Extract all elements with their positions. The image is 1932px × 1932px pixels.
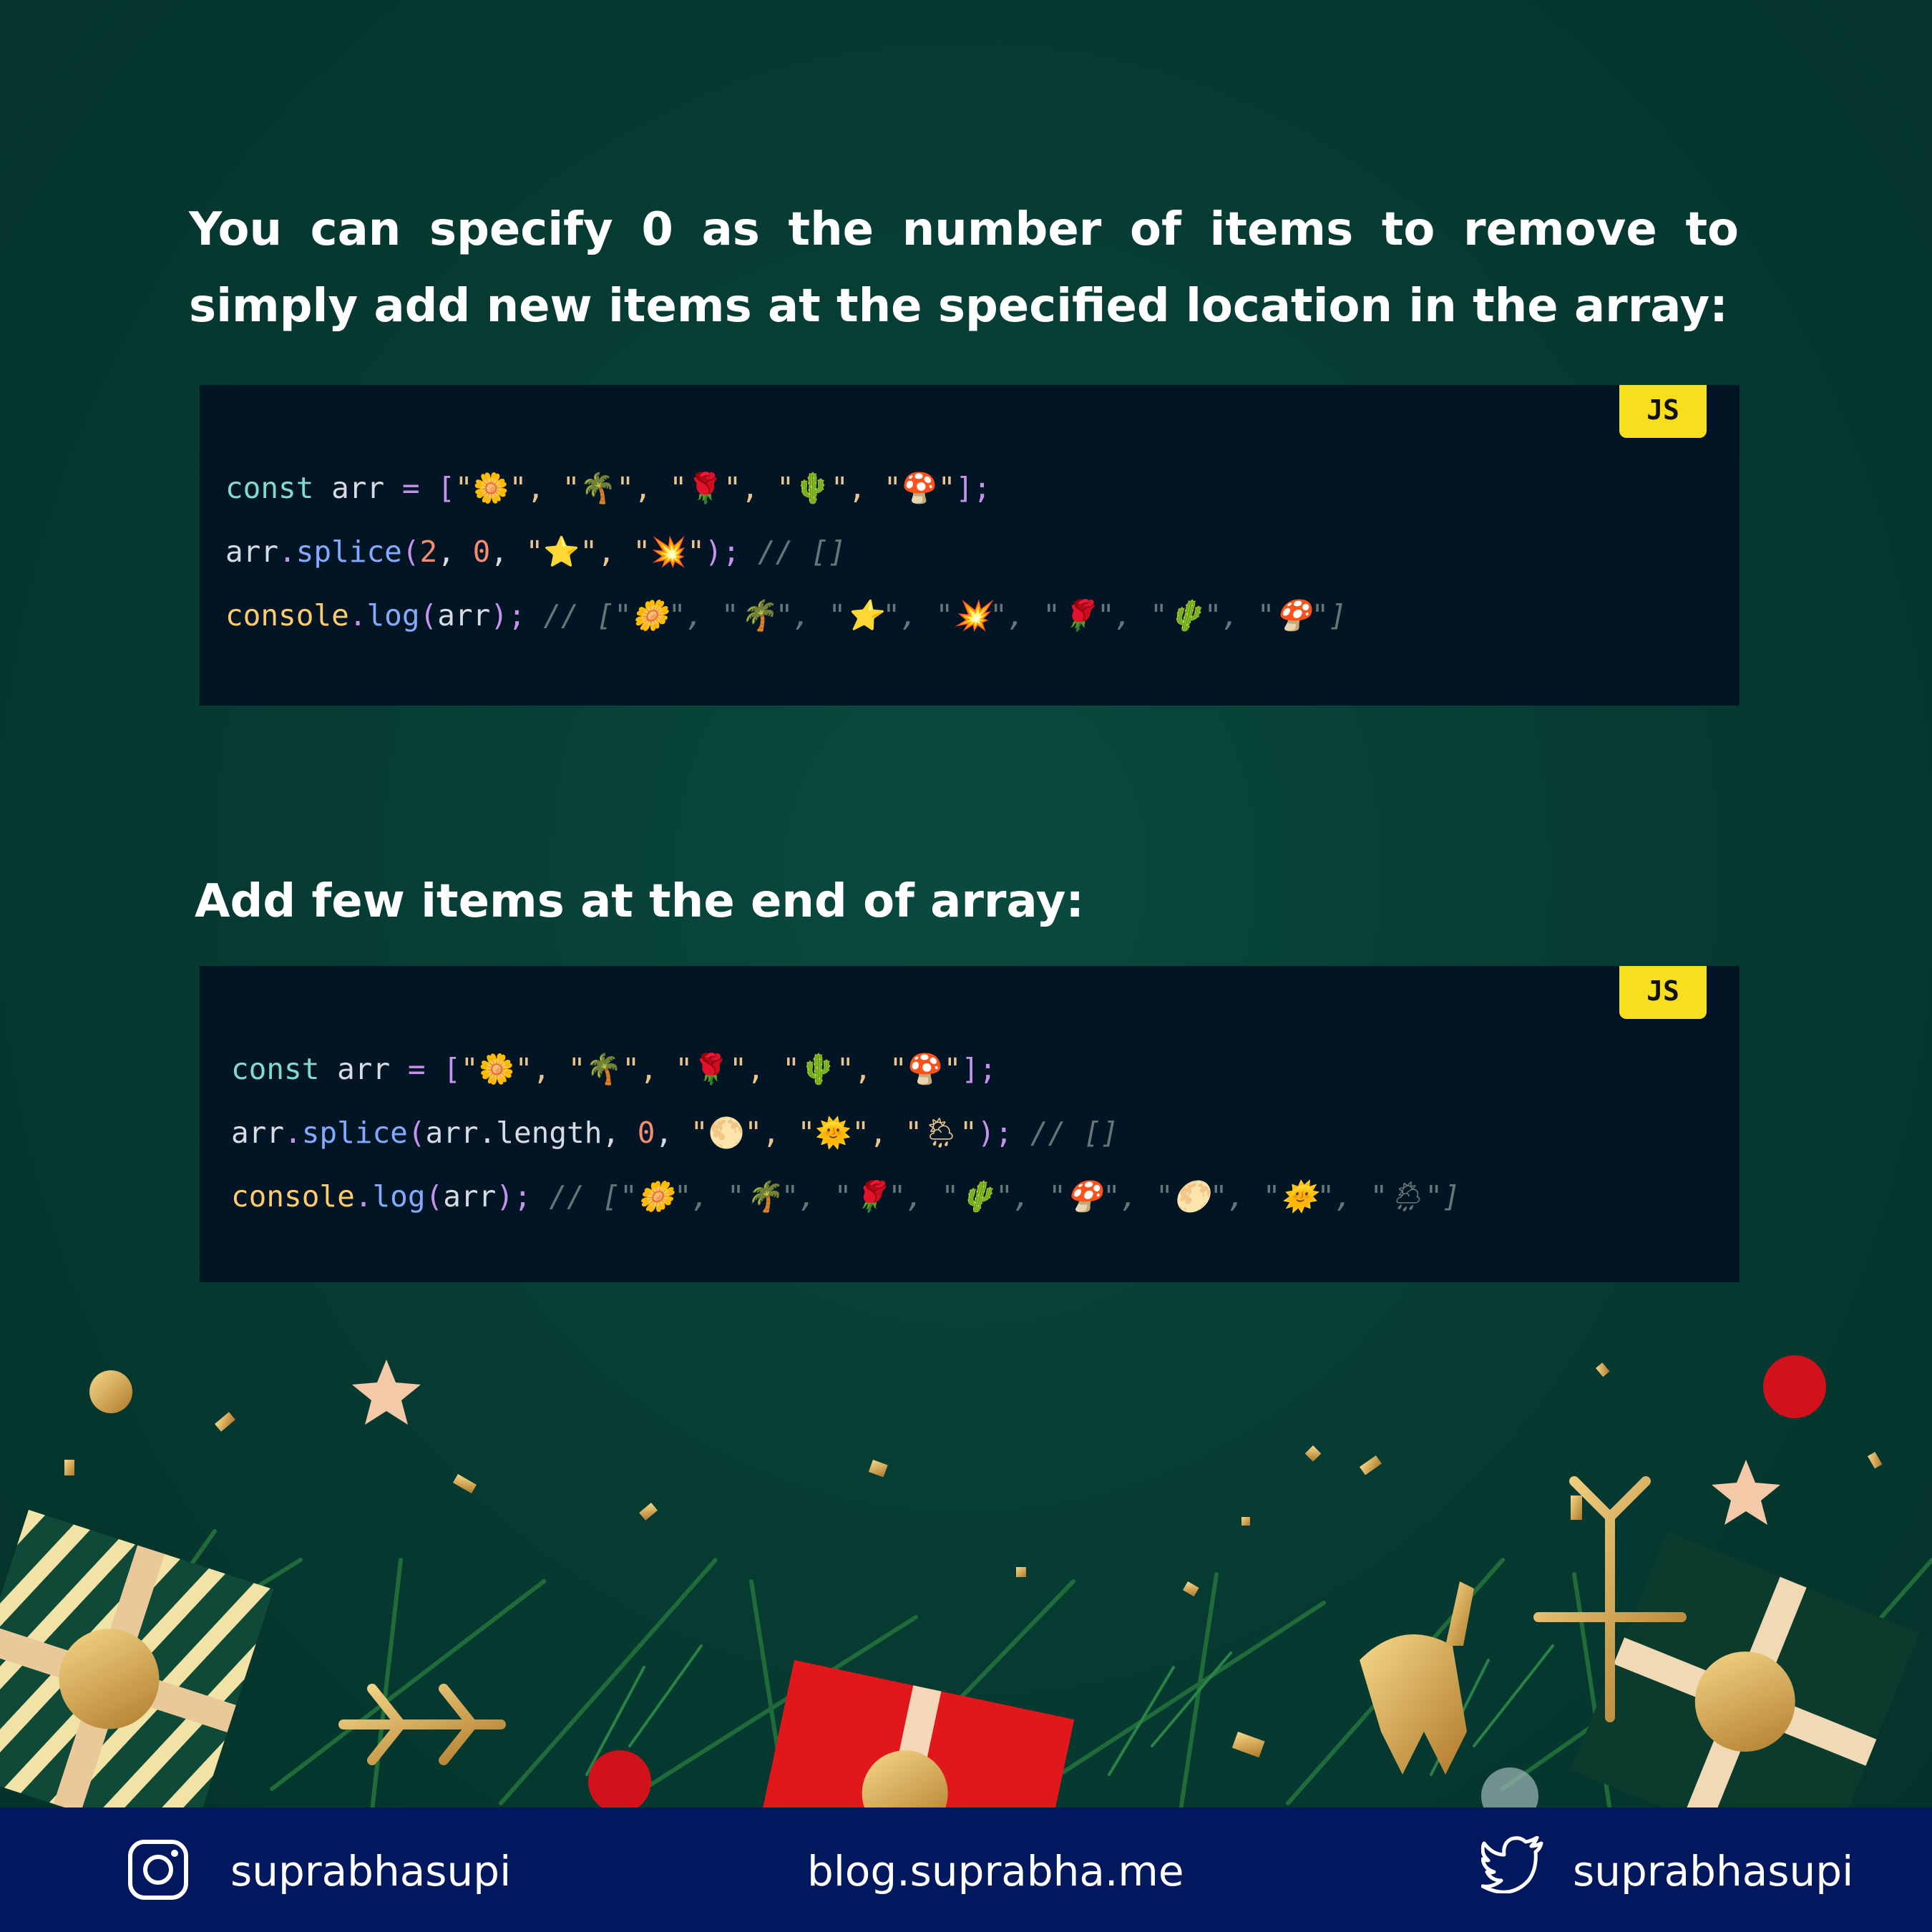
section1-heading: You can specify 0 as the number of items… (189, 203, 1739, 333)
code-block-2: JS const arr = ["🌼", "🌴", "🌹", "🌵", "🍄"]… (200, 966, 1740, 1282)
ornament-ball-icon (1763, 1355, 1826, 1418)
code-object: arr (231, 1116, 285, 1150)
code-method: splice (301, 1116, 408, 1150)
code-paren: ( (425, 1179, 444, 1214)
instagram-handle[interactable]: suprabhasupi (230, 1846, 511, 1896)
gift-box-icon (0, 1510, 274, 1810)
code-line-3: console.log(arr); // ["🌼", "🌴", "⭐", "💥"… (225, 584, 1347, 648)
code-comment: // [] (1013, 1116, 1119, 1150)
section2-heading: Add few items at the end of array: (195, 875, 1084, 928)
code-block-1: JS const arr = ["🌼", "🌴", "🌹", "🌵", "🍄"]… (200, 385, 1740, 706)
code-dot: . (284, 1116, 302, 1150)
footer-bar: suprabhasupi blog.suprabha.me suprabhasu… (0, 1807, 1932, 1932)
code-array-items: "🌼", "🌴", "🌹", "🌵", "🍄" (460, 1052, 962, 1086)
code-variable: arr (319, 1052, 408, 1086)
code-keyword: const (231, 1052, 320, 1086)
code-comment: // ["🌼", "🌴", "🌹", "🌵", "🍄", "🌕", "🌞", "… (531, 1179, 1460, 1214)
ornament-ball-icon (89, 1370, 132, 1413)
star-icon (352, 1360, 421, 1425)
code-paren: ); (977, 1116, 1013, 1150)
code-method: log (366, 598, 420, 633)
ornament-ball-icon (1481, 1767, 1538, 1810)
code-dot: . (354, 1179, 373, 1214)
christmas-decoration (0, 1355, 1932, 1810)
code-number: 0 (472, 535, 491, 569)
code-object: arr (225, 535, 279, 569)
code-comment: // ["🌼", "🌴", "⭐", "💥", "🌹", "🌵", "🍄"] (525, 598, 1347, 633)
code-argument: arr (437, 598, 491, 633)
gift-box-icon (1571, 1531, 1920, 1810)
gift-box-icon (755, 1660, 1075, 1810)
code-argument: arr (443, 1179, 497, 1214)
code-method: log (372, 1179, 426, 1214)
code-bracket: ]; (955, 471, 991, 505)
code-argument: arr.length (425, 1116, 602, 1150)
code-variable: arr (313, 471, 402, 505)
code-object: console (225, 598, 349, 633)
code-separator: , (655, 1116, 691, 1150)
code-paren: ( (407, 1116, 426, 1150)
twitter-icon[interactable] (1481, 1836, 1544, 1893)
code-object: console (231, 1179, 355, 1214)
code-dot: . (348, 598, 367, 633)
code-method: splice (296, 535, 402, 569)
code-paren: ); (704, 535, 741, 569)
code-separator: , (437, 535, 473, 569)
code-separator: , (602, 1116, 638, 1150)
code-array-items: "🌼", "🌴", "🌹", "🌵", "🍄" (454, 471, 956, 505)
code-line-1: const arr = ["🌼", "🌴", "🌹", "🌵", "🍄"]; (225, 457, 1347, 520)
code-lines: const arr = ["🌼", "🌴", "🌹", "🌵", "🍄"]; a… (225, 457, 1347, 648)
code-line-1: const arr = ["🌼", "🌴", "🌹", "🌵", "🍄"]; (231, 1038, 1460, 1101)
code-comment: // [] (740, 535, 847, 569)
code-keyword: const (225, 471, 314, 505)
code-array-items: "⭐", "💥" (525, 535, 705, 569)
code-line-3: console.log(arr); // ["🌼", "🌴", "🌹", "🌵"… (231, 1165, 1460, 1229)
code-bracket: ]; (961, 1052, 997, 1086)
code-array-items: "🌕", "🌞", "🌦" (690, 1116, 977, 1150)
instagram-icon[interactable] (127, 1839, 189, 1901)
code-separator: , (490, 535, 526, 569)
code-operator: = (401, 471, 420, 505)
code-line-2: arr.splice(arr.length, 0, "🌕", "🌞", "🌦")… (231, 1101, 1460, 1165)
code-paren: ); (490, 598, 526, 633)
code-paren: ( (419, 598, 438, 633)
reindeer-icon (1360, 1581, 1474, 1775)
js-badge: JS (1619, 385, 1707, 438)
code-number: 0 (637, 1116, 655, 1150)
code-lines: const arr = ["🌼", "🌴", "🌹", "🌵", "🍄"]; a… (231, 1038, 1460, 1229)
blog-link[interactable]: blog.suprabha.me (807, 1846, 1184, 1896)
code-paren: ); (496, 1179, 532, 1214)
code-operator: = (407, 1052, 426, 1086)
twitter-handle[interactable]: suprabhasupi (1573, 1846, 1853, 1896)
code-paren: ( (401, 535, 420, 569)
code-line-2: arr.splice(2, 0, "⭐", "💥"); // [] (225, 520, 1347, 584)
code-dot: . (278, 535, 296, 569)
code-bracket: [ (437, 471, 455, 505)
ornament-ball-icon (588, 1750, 651, 1810)
star-icon (1712, 1460, 1780, 1525)
code-bracket: [ (443, 1052, 461, 1086)
js-badge: JS (1619, 966, 1707, 1019)
code-number: 2 (419, 535, 438, 569)
